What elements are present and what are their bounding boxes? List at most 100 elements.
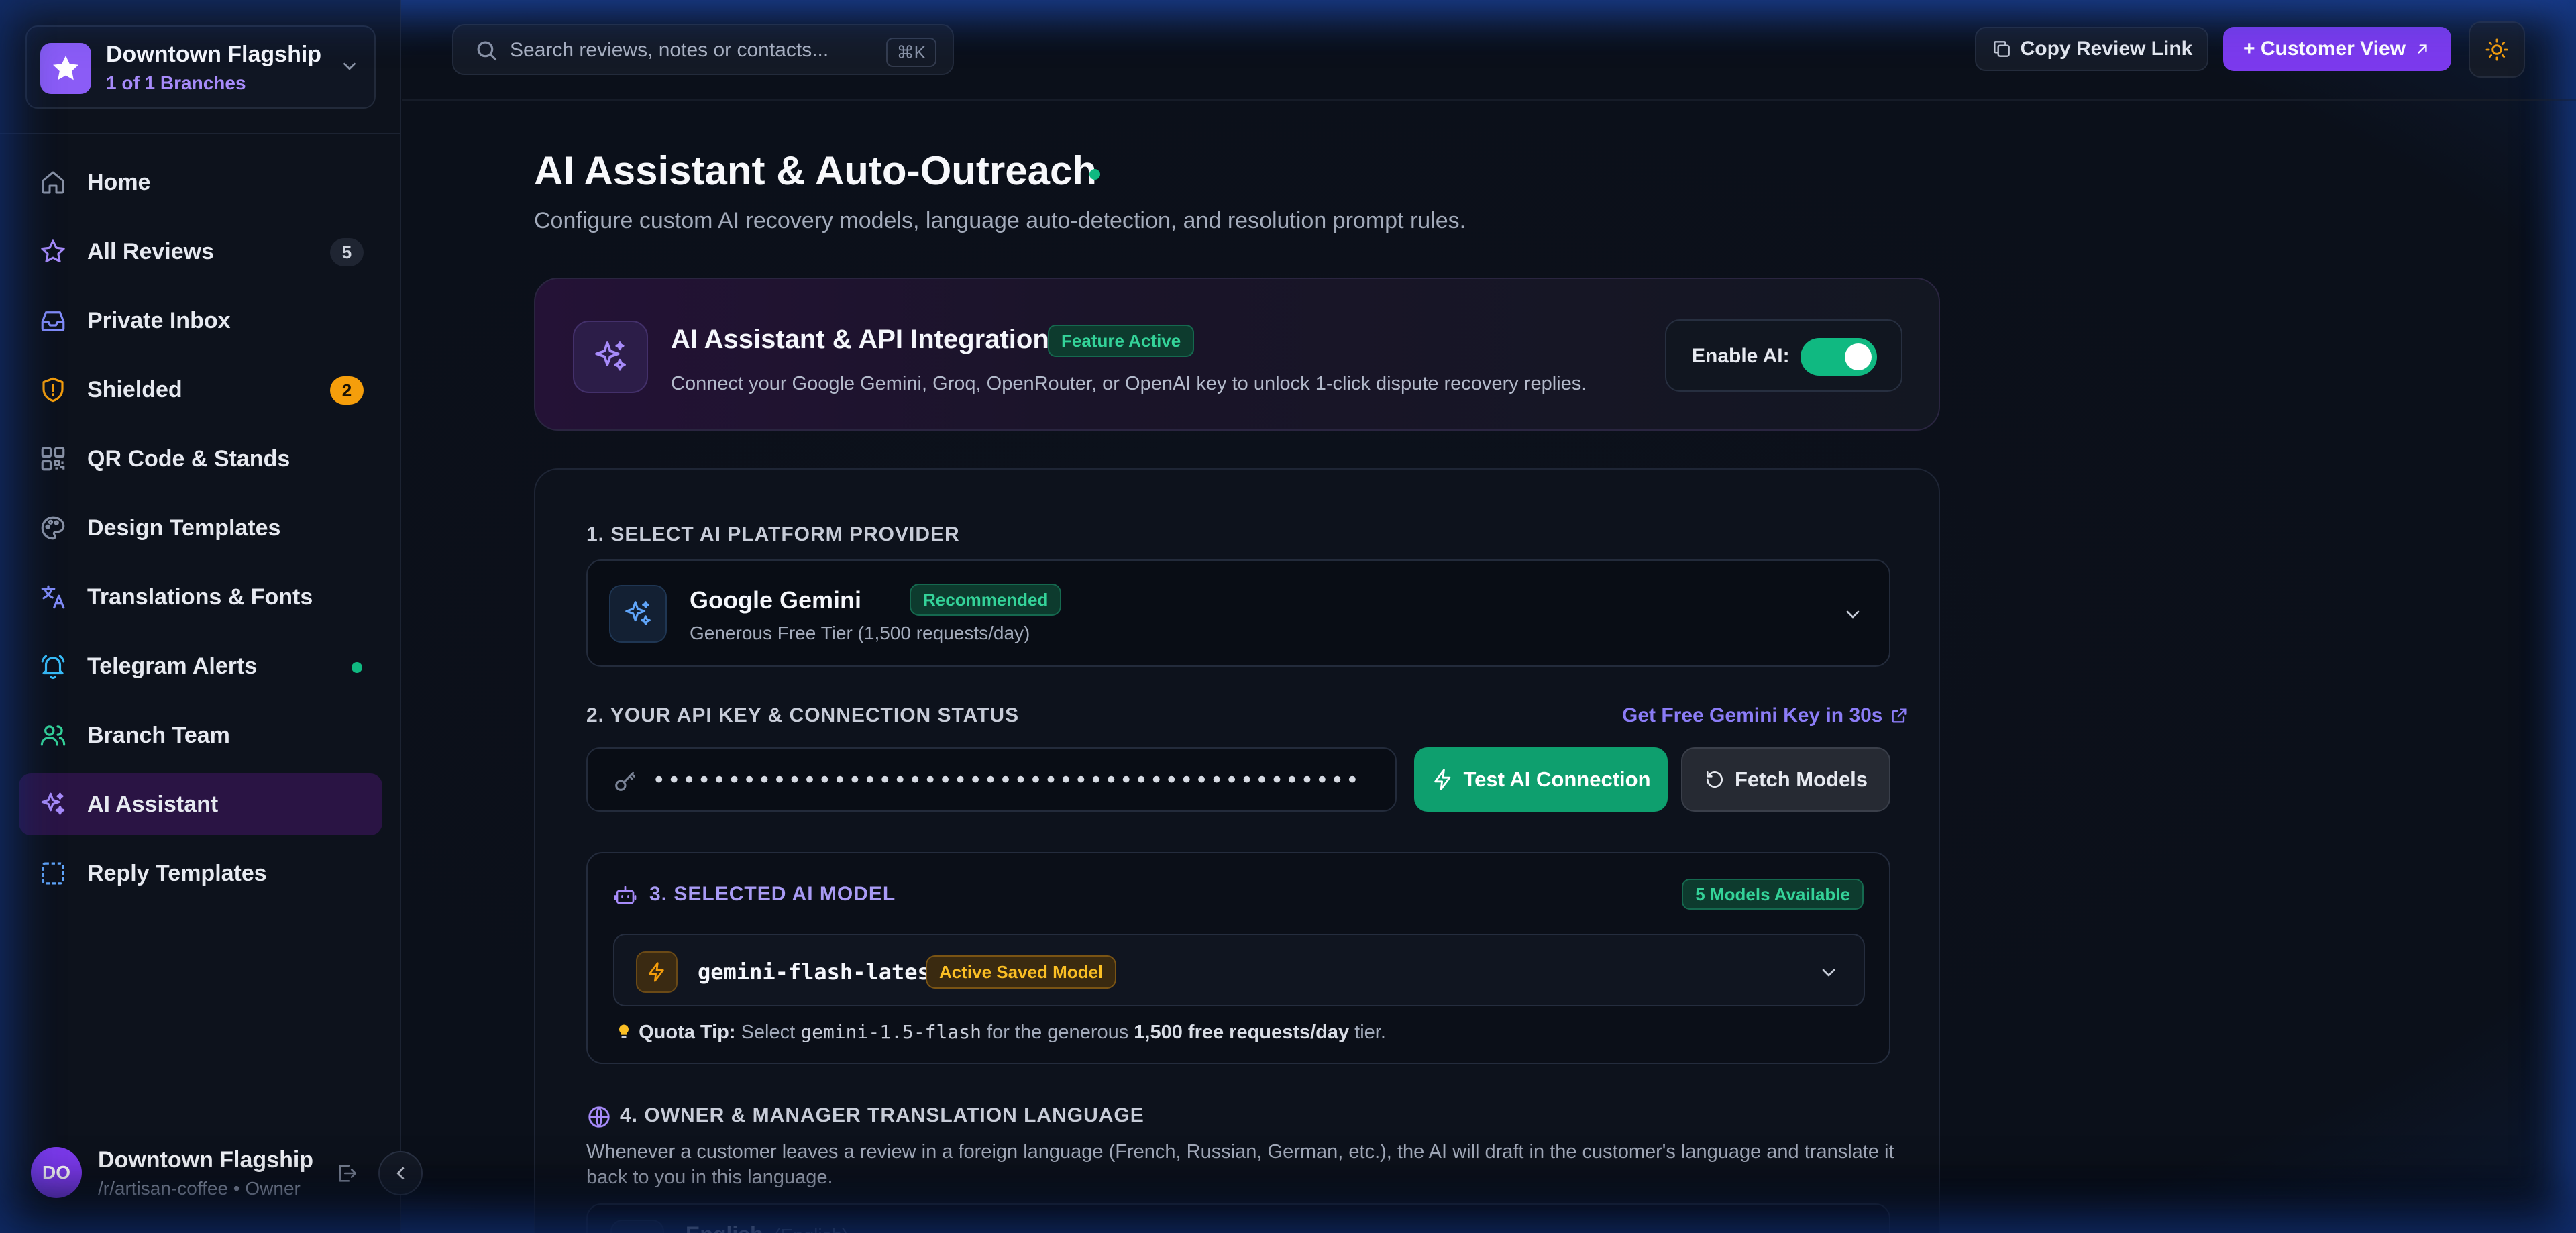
users-icon bbox=[38, 720, 68, 751]
sidebar-item-qr-code[interactable]: QR Code & Stands bbox=[19, 428, 382, 490]
chevron-down-icon bbox=[1842, 604, 1864, 629]
live-status-dot bbox=[1089, 169, 1100, 180]
sidebar-item-label: Private Inbox bbox=[87, 307, 231, 333]
robot-icon bbox=[613, 883, 637, 910]
external-link-icon bbox=[1892, 708, 1906, 723]
sidebar-item-shielded[interactable]: Shielded 2 bbox=[19, 359, 382, 421]
avatar[interactable]: DO bbox=[31, 1147, 82, 1198]
inbox-icon bbox=[38, 305, 68, 336]
provider-description: Generous Free Tier (1,500 requests/day) bbox=[690, 623, 1030, 643]
gemini-sparkles-icon bbox=[609, 585, 667, 643]
sidebar: Downtown Flagship 1 of 1 Branches Home A… bbox=[0, 0, 401, 1233]
sidebar-nav: Home All Reviews 5 Private Inbox Shielde… bbox=[19, 152, 382, 912]
template-icon bbox=[38, 858, 68, 889]
sun-icon bbox=[2485, 38, 2508, 61]
key-icon bbox=[612, 767, 639, 798]
enable-ai-toggle[interactable] bbox=[1801, 338, 1877, 376]
app-window: Downtown Flagship 1 of 1 Branches Home A… bbox=[0, 0, 2576, 1233]
sparkles-icon bbox=[38, 789, 68, 820]
quota-tip-text: tier. bbox=[1354, 1022, 1386, 1043]
branch-logo-star-icon bbox=[40, 43, 91, 94]
sidebar-item-home[interactable]: Home bbox=[19, 152, 382, 213]
copy-review-link-button[interactable]: Copy Review Link bbox=[1975, 27, 2208, 71]
quota-tip-model-code: gemini-1.5-flash bbox=[800, 1021, 981, 1043]
api-key-section-label: 2. YOUR API KEY & CONNECTION STATUS bbox=[586, 704, 1020, 727]
sidebar-item-design-templates[interactable]: Design Templates bbox=[19, 497, 382, 559]
selected-model-panel: 3. SELECTED AI MODEL 5 Models Available … bbox=[586, 852, 1890, 1064]
branch-name: Downtown Flagship bbox=[106, 42, 322, 67]
translate-icon bbox=[38, 582, 68, 612]
translation-description: Whenever a customer leaves a review in a… bbox=[586, 1141, 1894, 1188]
sidebar-item-label: Shielded bbox=[87, 376, 182, 403]
user-profile: DO Downtown Flagship /r/artisan-coffee •… bbox=[0, 1114, 401, 1233]
theme-toggle-button[interactable] bbox=[2469, 21, 2525, 78]
refresh-icon bbox=[1706, 771, 1723, 788]
ai-integration-card: AI Assistant & API Integration Feature A… bbox=[534, 278, 1940, 431]
translation-section-label: 4. OWNER & MANAGER TRANSLATION LANGUAGE bbox=[620, 1104, 1144, 1126]
provider-name: Google Gemini bbox=[690, 586, 862, 614]
branch-count: 1 of 1 Branches bbox=[106, 72, 246, 93]
sidebar-divider bbox=[0, 133, 401, 134]
enable-ai-control: Enable AI: bbox=[1665, 319, 1902, 392]
test-ai-connection-button[interactable]: Test AI Connection bbox=[1414, 747, 1668, 812]
user-subtitle: /r/artisan-coffee • Owner bbox=[98, 1178, 301, 1199]
top-bar: ⌘K Copy Review Link + Customer View bbox=[402, 0, 2576, 101]
provider-select[interactable]: Google Gemini Recommended Generous Free … bbox=[586, 559, 1890, 667]
online-status-dot bbox=[352, 662, 362, 673]
get-gemini-key-link[interactable]: Get Free Gemini Key in 30s bbox=[1622, 704, 1909, 727]
recommended-badge: Recommended bbox=[910, 584, 1062, 616]
lightbulb-icon bbox=[614, 1022, 639, 1043]
model-section-label: 3. SELECTED AI MODEL bbox=[649, 883, 896, 905]
sidebar-item-all-reviews[interactable]: All Reviews 5 bbox=[19, 221, 382, 282]
enable-ai-label: Enable AI: bbox=[1692, 345, 1790, 367]
logout-icon[interactable] bbox=[335, 1162, 358, 1188]
api-key-input[interactable] bbox=[652, 763, 1363, 797]
chevron-down-icon bbox=[339, 56, 360, 80]
sidebar-item-label: Translations & Fonts bbox=[87, 584, 313, 610]
ai-card-description: Connect your Google Gemini, Groq, OpenRo… bbox=[671, 373, 1587, 394]
sidebar-item-telegram-alerts[interactable]: Telegram Alerts bbox=[19, 635, 382, 697]
fetch-models-button[interactable]: Fetch Models bbox=[1681, 747, 1890, 812]
external-arrow-icon bbox=[2418, 44, 2427, 54]
home-icon bbox=[38, 167, 68, 198]
toggle-knob bbox=[1845, 343, 1872, 370]
sidebar-item-label: QR Code & Stands bbox=[87, 445, 290, 472]
search-bar[interactable]: ⌘K bbox=[452, 24, 954, 75]
palette-icon bbox=[38, 513, 68, 543]
quota-tip-text: for the generous bbox=[987, 1022, 1129, 1043]
branch-switcher[interactable]: Downtown Flagship 1 of 1 Branches bbox=[25, 25, 376, 109]
collapse-sidebar-button[interactable] bbox=[378, 1151, 423, 1195]
sidebar-item-label: Reply Templates bbox=[87, 860, 267, 886]
language-name: English bbox=[686, 1222, 763, 1233]
sidebar-item-translations[interactable]: Translations & Fonts bbox=[19, 566, 382, 628]
quota-tip-emphasis: 1,500 free requests/day bbox=[1134, 1022, 1350, 1043]
customer-view-label: + Customer View bbox=[2243, 38, 2406, 60]
qr-code-icon bbox=[38, 443, 68, 474]
sidebar-item-branch-team[interactable]: Branch Team bbox=[19, 704, 382, 766]
feature-active-badge: Feature Active bbox=[1048, 325, 1195, 357]
sparkles-icon bbox=[573, 321, 648, 393]
language-select[interactable]: English (English) bbox=[586, 1203, 1890, 1233]
test-ai-connection-label: Test AI Connection bbox=[1463, 767, 1651, 791]
sidebar-item-label: AI Assistant bbox=[87, 791, 219, 817]
sidebar-item-label: Home bbox=[87, 169, 151, 195]
ai-card-title: AI Assistant & API Integration bbox=[671, 325, 1049, 354]
sidebar-item-reply-templates[interactable]: Reply Templates bbox=[19, 843, 382, 904]
sidebar-item-label: Design Templates bbox=[87, 515, 281, 541]
review-count-badge: 5 bbox=[330, 238, 364, 266]
search-shortcut-hint: ⌘K bbox=[885, 38, 936, 67]
sidebar-item-private-inbox[interactable]: Private Inbox bbox=[19, 290, 382, 352]
model-select[interactable]: gemini-flash-latest Active Saved Model bbox=[613, 934, 1865, 1006]
search-icon bbox=[474, 38, 499, 66]
sidebar-item-ai-assistant[interactable]: AI Assistant bbox=[19, 773, 382, 835]
language-flag-icon bbox=[610, 1220, 664, 1233]
quota-tip-text: Select bbox=[741, 1022, 796, 1043]
provider-section-label: 1. SELECT AI PLATFORM PROVIDER bbox=[586, 523, 960, 545]
customer-view-button[interactable]: + Customer View bbox=[2223, 27, 2451, 71]
language-native-name: (English) bbox=[774, 1225, 848, 1233]
copy-review-link-label: Copy Review Link bbox=[2020, 38, 2193, 60]
page-subtitle: Configure custom AI recovery models, lan… bbox=[534, 208, 1466, 233]
active-saved-model-badge: Active Saved Model bbox=[926, 955, 1117, 989]
search-input[interactable] bbox=[510, 35, 859, 66]
quota-tip-label: Quota Tip: bbox=[639, 1022, 736, 1043]
